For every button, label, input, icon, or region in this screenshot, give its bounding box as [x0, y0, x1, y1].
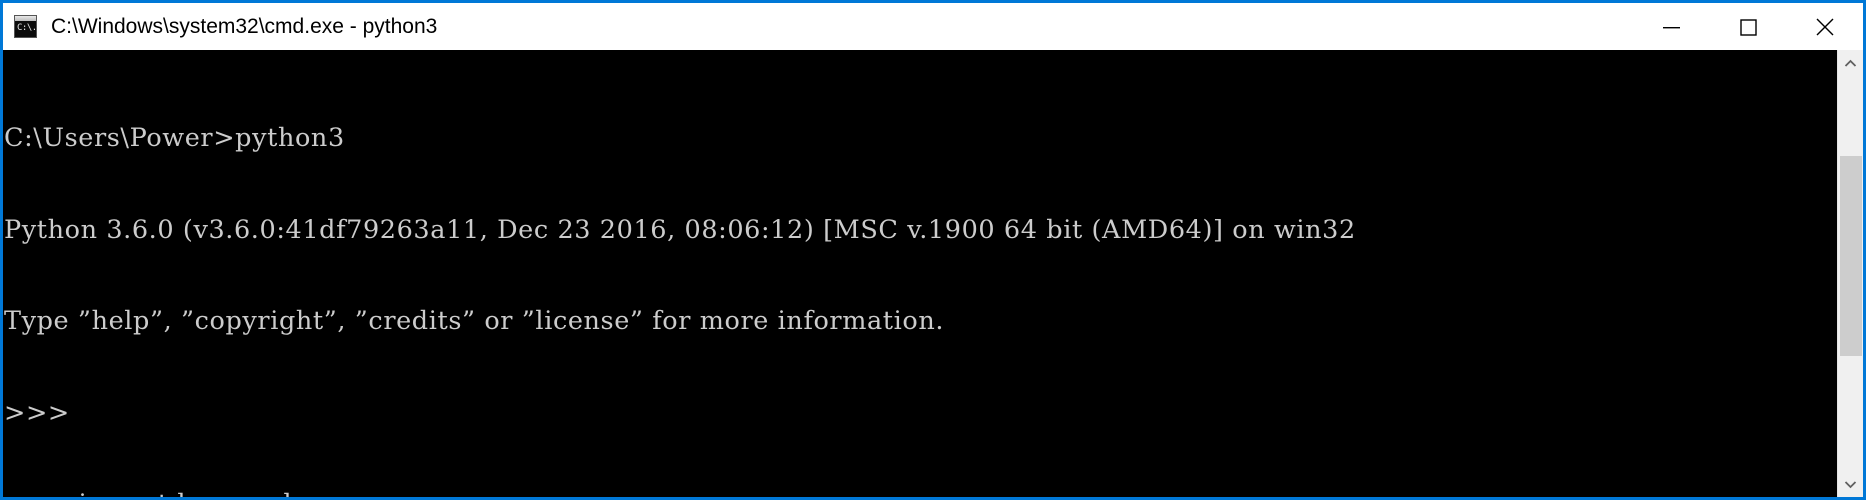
- minimize-icon: [1662, 26, 1680, 28]
- scrollbar-down-button[interactable]: [1838, 471, 1863, 497]
- cmd-window: C:\. C:\Windows\system32\cmd.exe - pytho…: [0, 0, 1866, 500]
- cmd-icon-prompt-text: C:\.: [17, 23, 37, 33]
- chevron-up-icon: [1844, 59, 1857, 67]
- console-line: Python 3.6.0 (v3.6.0:41df79263a11, Dec 2…: [4, 214, 1356, 245]
- maximize-icon: [1739, 18, 1757, 36]
- console-line: >>> import keyword: [4, 489, 1837, 497]
- console-line: Type ”help”, ”copyright”, ”credits” or ”…: [4, 306, 945, 336]
- cmd-icon-titlebar-stripe: [15, 16, 36, 21]
- scrollbar-thumb[interactable]: [1840, 156, 1862, 356]
- maximize-button[interactable]: [1709, 3, 1786, 50]
- scrollbar-up-button[interactable]: [1838, 50, 1863, 76]
- console-output[interactable]: C:\Users\Power>python3 Python 3.6.0 (v3.…: [3, 50, 1837, 497]
- console-line: C:\Users\Power>python3: [4, 123, 345, 153]
- console-line: >>>: [4, 397, 70, 428]
- chevron-down-icon: [1844, 480, 1857, 488]
- minimize-button[interactable]: [1632, 3, 1709, 50]
- title-bar-left: C:\. C:\Windows\system32\cmd.exe - pytho…: [3, 15, 1632, 39]
- close-button[interactable]: [1786, 3, 1863, 50]
- caption-buttons: [1632, 3, 1863, 50]
- close-icon: [1816, 18, 1833, 35]
- vertical-scrollbar[interactable]: [1837, 50, 1863, 497]
- window-title: C:\Windows\system32\cmd.exe - python3: [51, 14, 438, 38]
- title-bar[interactable]: C:\. C:\Windows\system32\cmd.exe - pytho…: [3, 0, 1863, 50]
- console-area: C:\Users\Power>python3 Python 3.6.0 (v3.…: [3, 50, 1863, 497]
- cmd-icon: C:\.: [14, 15, 37, 38]
